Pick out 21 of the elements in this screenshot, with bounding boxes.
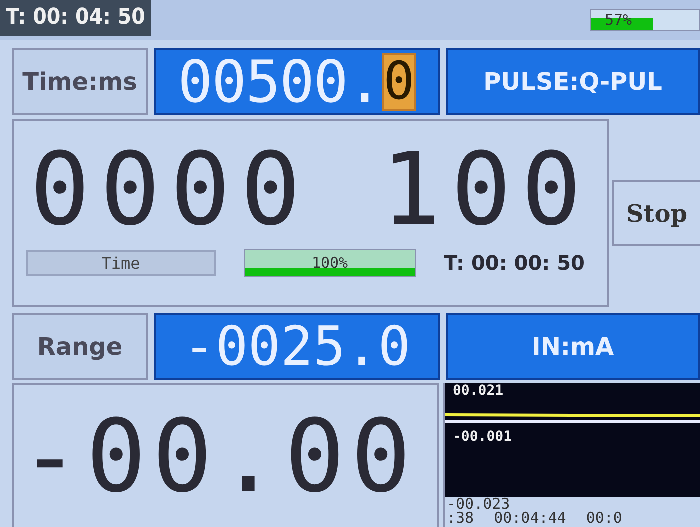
clock-text: T: 00: 04: 50 [0,0,152,36]
stop-button[interactable]: Stop [612,180,700,246]
time-value-field[interactable]: 00500.0 [154,48,440,115]
time-axis-label: :38 [447,511,474,525]
time-axis-label: 00:0 [586,511,622,525]
progress-bar-reading: 100% [310,253,350,274]
axis-label: 00.021 [452,383,505,399]
time-unit-label: Time:ms [12,48,148,115]
axis-label: -00.001 [452,429,514,445]
time-axis-label: 00:04:44 [494,511,566,525]
time-button[interactable]: Time [26,250,216,276]
time-value-text: 00500. [178,48,382,116]
range-value-field[interactable]: -0025.0 [154,313,440,380]
digit-cursor[interactable]: 0 [382,52,416,110]
axis-label: -00.023 [447,497,510,511]
counter-display: 0000 100 [30,131,592,249]
pulse-mode-button[interactable]: PULSE:Q-PUL [446,48,700,115]
range-label: Range [12,313,148,380]
elapsed-time: T: 00: 00: 50 [444,251,585,275]
input-mode-button[interactable]: IN:mA [446,313,700,380]
reading-display: -00.00 [20,398,418,514]
